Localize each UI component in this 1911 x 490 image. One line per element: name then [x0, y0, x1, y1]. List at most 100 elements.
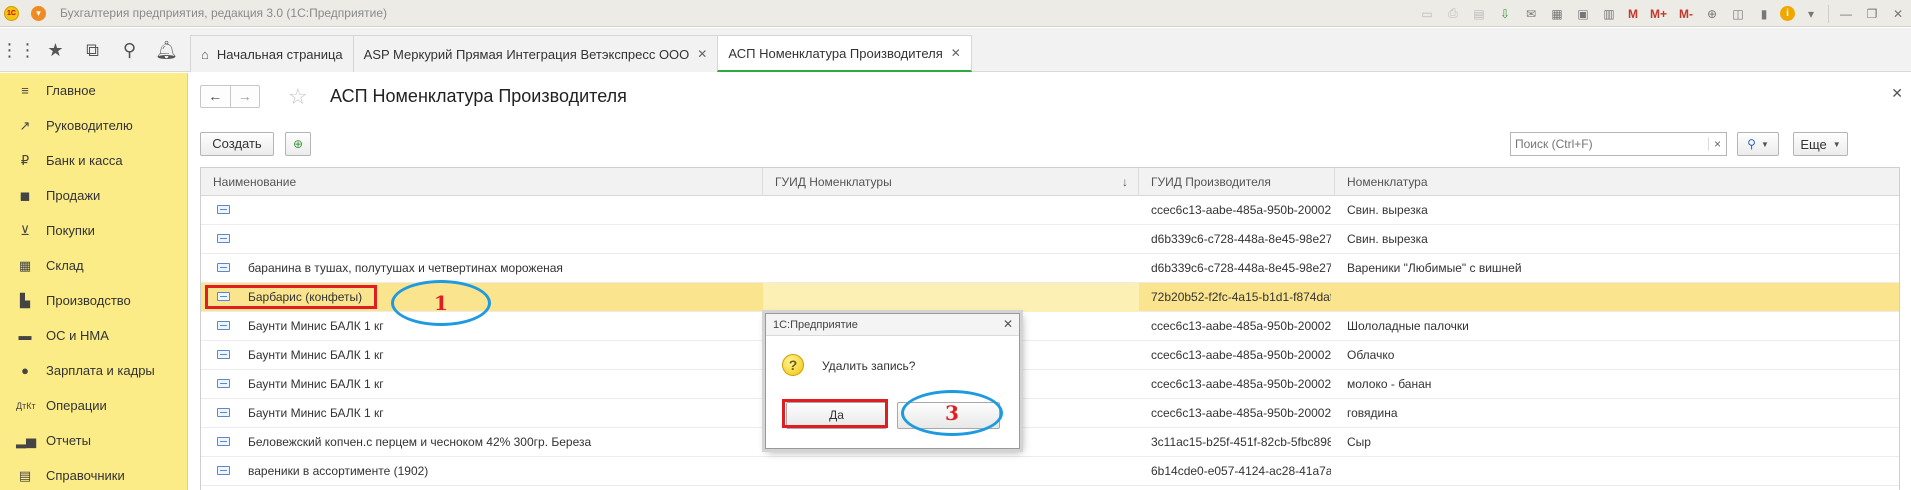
main-menu-button[interactable]: ▾ [31, 5, 46, 21]
table-row[interactable]: Баунти Минис БАЛК 1 кг ccec6c13-aabe-485a… [201, 341, 1899, 370]
table-row[interactable]: ccec6c13-aabe-485a-950b-20002... Свин. вы… [201, 196, 1899, 225]
memory-plus-button[interactable]: M+ [1647, 4, 1670, 24]
apps-grid-icon[interactable]: ⋮⋮ [0, 28, 37, 72]
favorites-star-icon[interactable]: ★ [37, 28, 74, 72]
book-icon: ▤ [18, 467, 32, 483]
column-header-nomenclature[interactable]: Номенклатура [1335, 168, 1899, 196]
trend-icon: ↗ [19, 117, 31, 133]
calculator-icon[interactable]: ▥ [1599, 4, 1619, 24]
column-header-nomenclature-guid[interactable]: ГУИД Номенклатуры ↓ [763, 168, 1139, 196]
row-item-icon [217, 263, 230, 272]
search-button[interactable]: ⚲ ▼ [1737, 132, 1779, 156]
bag-icon: ◼ [19, 187, 31, 203]
add-to-favorites-star-icon[interactable]: ☆ [288, 84, 308, 110]
download-icon[interactable]: ⇩ [1495, 4, 1515, 24]
cell-nomenclature-guid [763, 254, 1139, 283]
close-form-icon[interactable]: ✕ [1891, 85, 1903, 102]
close-tab-icon[interactable]: ✕ [951, 46, 961, 60]
create-button[interactable]: Создать [200, 132, 274, 156]
cell-nomenclature [1347, 457, 1887, 486]
search-field: × [1510, 132, 1727, 156]
save-icon[interactable]: ▭ [1417, 4, 1437, 24]
table-row[interactable]: d6b339c6-c728-448a-8e45-98e27... Свин. вы… [201, 225, 1899, 254]
question-icon: ? [782, 354, 804, 376]
table-row[interactable]: Баунти Минис БАЛК 1 кг ccec6c13-aabe-485a… [201, 370, 1899, 399]
sidebar-item-main[interactable]: ≡ Главное [0, 73, 187, 108]
sidebar-item-reports[interactable]: ▂▅ Отчеты [0, 423, 187, 458]
sidebar-item-production[interactable]: ▙ Производство [0, 283, 187, 318]
sidebar-item-operations[interactable]: ДтКт Операции [0, 388, 187, 423]
preview-icon[interactable]: ▤ [1469, 4, 1489, 24]
memory-m-button[interactable]: M [1625, 4, 1641, 24]
home-icon: ⌂ [201, 46, 209, 62]
print-icon[interactable]: ⎙ [1443, 4, 1463, 24]
dropdown-icon[interactable]: ▾ [1801, 4, 1821, 24]
cell-name: Баунти Минис БАЛК 1 кг [248, 377, 384, 391]
table-row[interactable]: Беловежский копчен.с перцем и чесноком 4… [201, 428, 1899, 457]
truck-icon: ▬ [18, 328, 32, 343]
magnifier-icon: ⚲ [1747, 137, 1756, 151]
sidebar-item-label: Руководителю [46, 118, 133, 133]
open-tabs: ⌂ Начальная страница ASP Меркурий Прямая… [190, 35, 972, 72]
column-header-name[interactable]: Наименование [201, 168, 763, 196]
table-row[interactable]: Баунти Минис БАЛК 1 кг ccec6c13-aabe-485a… [201, 399, 1899, 428]
search-input[interactable] [1511, 133, 1708, 155]
row-item-icon [217, 379, 230, 388]
sidebar-item-label: ОС и НМА [46, 328, 109, 343]
memory-minus-button[interactable]: M- [1676, 4, 1696, 24]
email-icon[interactable]: ✉ [1521, 4, 1541, 24]
cell-producer-guid: ccec6c13-aabe-485a-950b-20002... [1151, 203, 1331, 217]
row-item-icon [217, 466, 230, 475]
info-icon[interactable]: i [1780, 6, 1795, 21]
cell-nomenclature [1347, 283, 1887, 312]
sidebar-item-fixed-assets[interactable]: ▬ ОС и НМА [0, 318, 187, 353]
close-window-icon[interactable]: ✕ [1888, 4, 1908, 24]
back-arrow-icon[interactable]: ← [201, 86, 230, 107]
tab-label: ASP Меркурий Прямая Интеграция Ветэкспре… [363, 46, 690, 62]
window-mode-icon[interactable]: ◫ [1728, 4, 1748, 24]
history-icon[interactable]: ⧉ [74, 28, 111, 72]
cell-name [248, 225, 758, 254]
clear-search-icon[interactable]: × [1708, 137, 1726, 151]
sidebar-item-payroll[interactable]: ● Зарплата и кадры [0, 353, 187, 388]
close-tab-icon[interactable]: ✕ [697, 47, 707, 61]
notifications-bell-icon[interactable]: 🔔︎ [148, 28, 185, 72]
sidebar-item-label: Главное [46, 83, 96, 98]
dialog-message: Удалить запись? [822, 359, 916, 373]
sidebar-item-bank[interactable]: ₽ Банк и касса [0, 143, 187, 178]
sidebar-item-label: Склад [46, 258, 84, 273]
copy-button[interactable]: ⊕ [285, 132, 311, 156]
sidebar-item-manager[interactable]: ↗ Руководителю [0, 108, 187, 143]
sidebar-item-purchases[interactable]: ⊻ Покупки [0, 213, 187, 248]
minimize-icon[interactable]: — [1836, 4, 1856, 24]
sidebar-item-warehouse[interactable]: ▦ Склад [0, 248, 187, 283]
sidebar-item-label: Справочники [46, 468, 125, 483]
table-row[interactable]: баранина в тушах, полутушах и четвертина… [201, 254, 1899, 283]
tab-mercury-integration[interactable]: ASP Меркурий Прямая Интеграция Ветэкспре… [352, 35, 719, 72]
cell-producer-guid: ccec6c13-aabe-485a-950b-20002... [1151, 348, 1331, 362]
sidebar-item-catalogs[interactable]: ▤ Справочники [0, 458, 187, 490]
panels-icon[interactable]: ▮ [1754, 4, 1774, 24]
sidebar-item-label: Банк и касса [46, 153, 123, 168]
zoom-icon[interactable]: ⊕ [1702, 4, 1722, 24]
tab-producer-nomenclature[interactable]: АСП Номенклатура Производителя ✕ [717, 35, 972, 72]
cell-nomenclature-guid [763, 283, 1139, 312]
dtkt-icon: ДтКт [16, 400, 36, 411]
column-header-producer-guid[interactable]: ГУИД Производителя [1139, 168, 1335, 196]
cell-name: баранина в тушах, полутушах и четвертина… [248, 261, 563, 275]
restore-icon[interactable]: ❐ [1862, 4, 1882, 24]
sidebar-item-sales[interactable]: ◼ Продажи [0, 178, 187, 213]
search-icon[interactable]: ⚲ [111, 28, 148, 72]
close-dialog-icon[interactable]: ✕ [1003, 317, 1013, 331]
table-row[interactable]: вареники в ассортименте (1902) 6b14cde0-e… [201, 457, 1899, 486]
calendar-icon[interactable]: ▣ [1573, 4, 1593, 24]
table-icon[interactable]: ▦ [1547, 4, 1567, 24]
cell-nomenclature: Сыр [1347, 435, 1371, 449]
cell-nomenclature: Свин. вырезка [1347, 203, 1428, 217]
more-button[interactable]: Еще ▼ [1793, 132, 1848, 156]
page-title: АСП Номенклатура Производителя [330, 86, 627, 106]
tab-home[interactable]: ⌂ Начальная страница [190, 35, 354, 72]
forward-arrow-icon[interactable]: → [229, 86, 260, 107]
sidebar-item-label: Отчеты [46, 433, 91, 448]
cell-nomenclature-guid [763, 196, 1139, 225]
